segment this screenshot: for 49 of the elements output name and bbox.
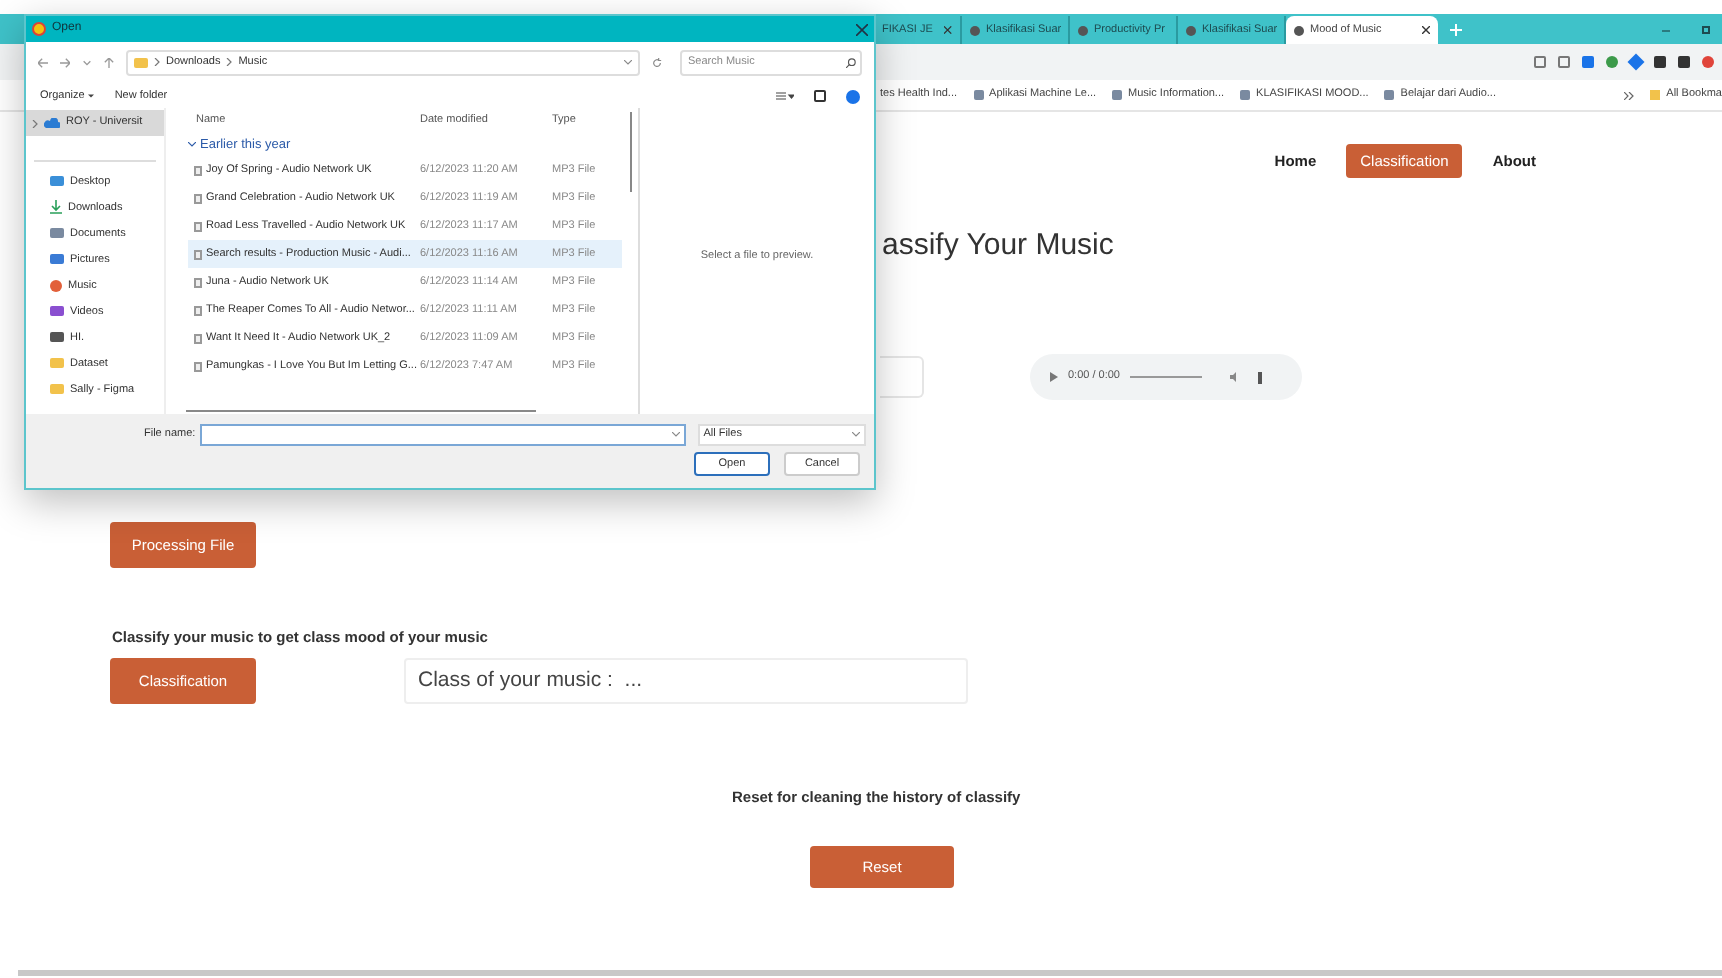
chevron-icon <box>226 58 233 66</box>
vertical-scrollbar <box>630 112 632 192</box>
folder-icon <box>134 57 148 67</box>
site-icon <box>1186 25 1196 35</box>
close-icon[interactable] <box>856 23 868 35</box>
search-icon <box>846 57 856 67</box>
volume-icon[interactable] <box>1230 372 1240 382</box>
audio-file-icon <box>194 165 202 175</box>
site-icon <box>970 25 980 35</box>
play-icon[interactable] <box>1050 372 1058 382</box>
download-icon <box>50 200 62 215</box>
music-icon <box>50 279 62 292</box>
audio-file-icon <box>194 221 202 231</box>
caret-icon <box>88 94 95 98</box>
audio-file-icon <box>194 361 202 371</box>
refresh-icon[interactable] <box>652 57 662 67</box>
chevron-icon <box>154 58 160 66</box>
back-arrow-icon[interactable] <box>38 57 48 67</box>
audio-file-icon <box>194 277 202 287</box>
file-name-field[interactable] <box>199 424 686 446</box>
more-bookmarks-icon[interactable] <box>1624 91 1635 99</box>
chevron-icon <box>32 119 38 127</box>
app-icon <box>32 22 46 36</box>
audio-file-icon <box>194 305 202 315</box>
file-input[interactable] <box>880 356 924 398</box>
site-icon <box>1078 25 1088 35</box>
restore-icon[interactable] <box>1702 26 1710 34</box>
close-icon[interactable] <box>1422 26 1430 34</box>
dropdown-icon <box>851 432 860 438</box>
help-icon[interactable] <box>846 89 860 103</box>
result-field: Class of your music : ... <box>404 658 968 704</box>
new-tab-icon[interactable] <box>1450 24 1462 36</box>
audio-file-icon <box>194 249 202 259</box>
site-icon <box>1294 25 1304 35</box>
folder-icon <box>50 384 64 395</box>
chevron-down-icon <box>188 142 196 148</box>
view-menu-icon[interactable] <box>776 92 794 100</box>
up-arrow-icon[interactable] <box>104 57 114 67</box>
audio-file-icon <box>194 333 202 343</box>
dropdown-icon <box>671 432 680 438</box>
preview-pane-icon[interactable] <box>814 90 826 102</box>
forward-arrow-icon[interactable] <box>60 57 70 67</box>
folder-icon <box>50 358 64 369</box>
audio-file-icon <box>194 193 202 203</box>
close-icon[interactable] <box>944 26 952 34</box>
cloud-icon <box>44 118 60 128</box>
page-title: assify Your Music <box>882 228 1114 262</box>
dropdown-icon[interactable] <box>624 59 632 65</box>
chevron-down-icon[interactable] <box>82 57 92 67</box>
